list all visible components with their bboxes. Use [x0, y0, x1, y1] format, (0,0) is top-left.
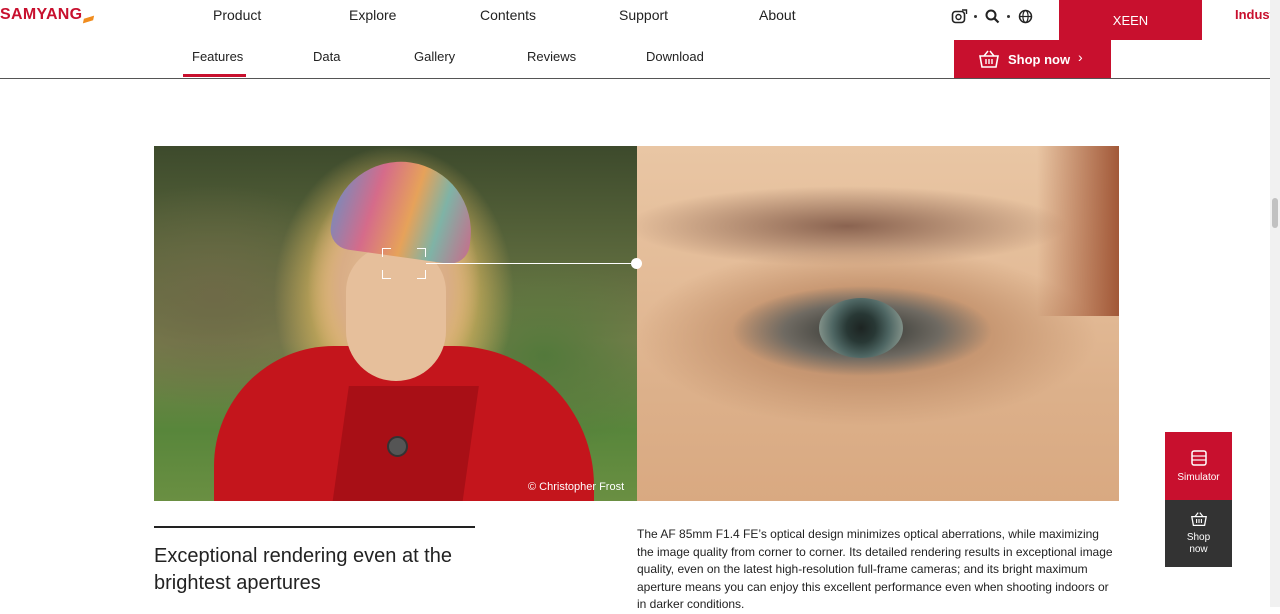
eye-closeup-photo — [637, 146, 1119, 501]
zoom-connector-dot — [631, 258, 642, 269]
photo-credit: © Christopher Frost — [528, 481, 625, 493]
camera-compare-icon[interactable] — [948, 5, 970, 27]
focus-frame — [382, 248, 426, 279]
page-scrollbar[interactable] — [1270, 0, 1280, 607]
nav-product[interactable]: Product — [213, 7, 261, 23]
globe-icon[interactable] — [1014, 5, 1036, 27]
tab-download[interactable]: Download — [646, 49, 704, 64]
separator-dot — [1007, 14, 1010, 18]
logo-text: SAMYANG — [0, 6, 83, 23]
simulator-label: Simulator — [1177, 472, 1220, 483]
header-tools — [948, 0, 1036, 32]
quick-shop-now-button[interactable]: Shop now — [1165, 500, 1232, 567]
basket-icon — [978, 49, 1000, 69]
scrollbar-thumb[interactable] — [1272, 198, 1278, 228]
separator-dot — [974, 14, 977, 18]
quick-shop-label: Shop now — [1186, 532, 1211, 555]
xeen-link[interactable]: XEEN — [1059, 0, 1202, 40]
nav-explore[interactable]: Explore — [349, 7, 396, 23]
shop-now-label: Shop now — [1008, 51, 1071, 67]
tab-reviews[interactable]: Reviews — [527, 49, 576, 64]
logo-mark — [83, 15, 95, 23]
nav-contents[interactable]: Contents — [480, 7, 536, 23]
top-header: SAMYANG Product Explore Contents Support… — [0, 0, 1280, 41]
samyang-logo[interactable]: SAMYANG — [0, 6, 95, 24]
lens-icon — [1190, 450, 1207, 466]
section-headline: Exceptional rendering even at the bright… — [154, 545, 452, 594]
headline-rule — [154, 526, 475, 528]
tab-features[interactable]: Features — [192, 49, 243, 64]
product-subnav: Features Data Gallery Reviews Download S… — [0, 40, 1280, 79]
nav-support[interactable]: Support — [619, 7, 668, 23]
search-icon[interactable] — [981, 5, 1003, 27]
shop-now-button[interactable]: Shop now › — [954, 40, 1111, 78]
nav-about[interactable]: About — [759, 7, 796, 23]
tab-gallery[interactable]: Gallery — [414, 49, 455, 64]
tab-data[interactable]: Data — [313, 49, 340, 64]
active-tab-indicator — [183, 74, 246, 77]
iris — [819, 298, 903, 358]
portrait-photo — [154, 146, 637, 501]
simulator-button[interactable]: Simulator — [1165, 432, 1232, 500]
coat-button — [387, 436, 408, 457]
section-body: The AF 85mm F1.4 FE’s optical design min… — [637, 527, 1113, 611]
basket-icon — [1190, 512, 1207, 527]
zoom-connector-line — [426, 263, 637, 264]
hair — [1037, 146, 1119, 316]
industrial-link[interactable]: Indust — [1235, 7, 1274, 22]
chevron-right-icon: › — [1078, 49, 1083, 65]
